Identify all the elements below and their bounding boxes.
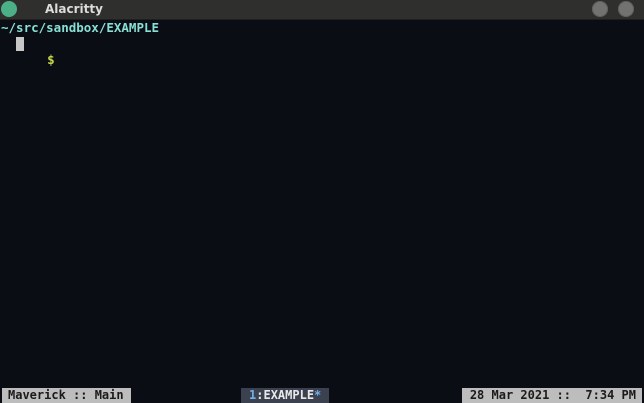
prompt-line: $ bbox=[2, 36, 55, 84]
window-flag: * bbox=[314, 388, 322, 402]
close-button[interactable] bbox=[618, 1, 634, 17]
date-time: 28 Mar 2021 :: 7:34 PM bbox=[461, 388, 642, 403]
text-cursor bbox=[16, 37, 24, 51]
minimize-button[interactable] bbox=[592, 1, 608, 17]
terminal-content[interactable]: ~/src/sandbox/EXAMPLE $ bbox=[0, 20, 644, 387]
title-bar[interactable]: Alacritty bbox=[0, 0, 644, 20]
terminal-window: Alacritty ~/src/sandbox/EXAMPLE $ Maveri… bbox=[0, 0, 644, 403]
window-name: EXAMPLE bbox=[263, 388, 315, 402]
app-icon bbox=[1, 1, 17, 17]
window-title: Alacritty bbox=[45, 2, 103, 16]
tmux-status-bar: Maverick :: Main 1:EXAMPLE* 28 Mar 2021 … bbox=[0, 387, 644, 403]
active-window-tab[interactable]: 1:EXAMPLE* bbox=[241, 388, 330, 403]
current-directory: ~/src/sandbox/EXAMPLE bbox=[1, 20, 160, 35]
prompt-symbol: $ bbox=[47, 52, 55, 67]
session-name: Maverick :: Main bbox=[2, 388, 131, 403]
